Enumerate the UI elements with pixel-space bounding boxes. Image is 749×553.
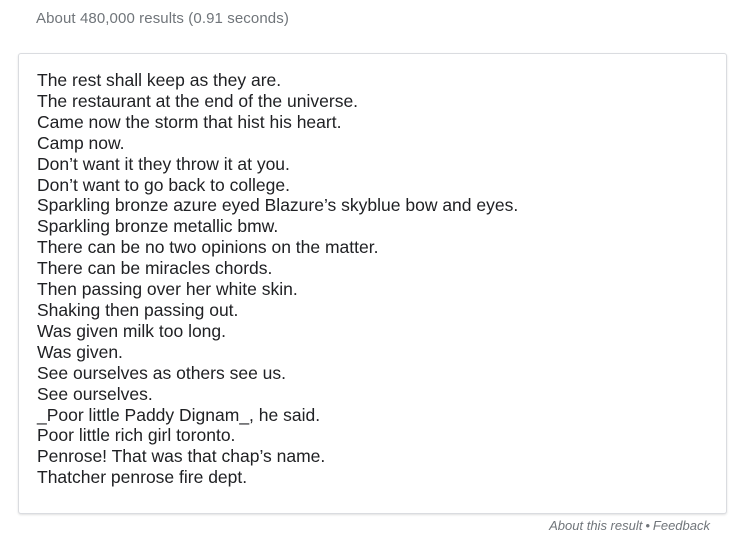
- snippet-line: Then passing over her white skin.: [37, 279, 298, 300]
- snippet-line: Poor little rich girl toronto.: [37, 425, 236, 446]
- snippet-lines-list: The rest shall keep as they are. The res…: [19, 54, 726, 488]
- snippet-line: There can be miracles chords.: [37, 258, 273, 279]
- snippet-line: There can be no two opinions on the matt…: [37, 237, 379, 258]
- snippet-line: Don’t want to go back to college.: [37, 174, 290, 195]
- snippet-line: See ourselves.: [37, 383, 153, 404]
- snippet-line: Camp now.: [37, 132, 125, 153]
- snippet-line: Shaking then passing out.: [37, 299, 239, 320]
- snippet-line: The rest shall keep as they are.: [37, 70, 282, 90]
- about-this-result-link[interactable]: About this result: [549, 518, 642, 533]
- snippet-line: Don’t want it they throw it at you.: [37, 153, 290, 174]
- snippet-line: See ourselves as others see us.: [37, 362, 287, 383]
- snippet-line: Penrose! That was that chap’s name.: [37, 446, 326, 467]
- featured-snippet-card: The rest shall keep as they are. The res…: [18, 53, 727, 514]
- results-stats: About 480,000 results (0.91 seconds): [36, 10, 289, 27]
- snippet-line: Came now the storm that hist his heart.: [37, 111, 342, 132]
- snippet-line: Sparkling bronze azure eyed Blazure’s sk…: [37, 195, 519, 216]
- snippet-line: Was given milk too long.: [37, 320, 227, 341]
- feedback-link[interactable]: Feedback: [653, 518, 710, 533]
- snippet-line: _Poor little Paddy Dignam_, he said.: [37, 404, 321, 425]
- snippet-line: Sparkling bronze metallic bmw.: [37, 216, 279, 237]
- snippet-footer: About this result • Feedback: [549, 518, 710, 533]
- snippet-line: Thatcher penrose fire dept.: [37, 467, 248, 488]
- footer-separator: •: [645, 518, 650, 533]
- snippet-line: Was given.: [37, 341, 123, 362]
- snippet-line: The restaurant at the end of the univers…: [37, 90, 359, 111]
